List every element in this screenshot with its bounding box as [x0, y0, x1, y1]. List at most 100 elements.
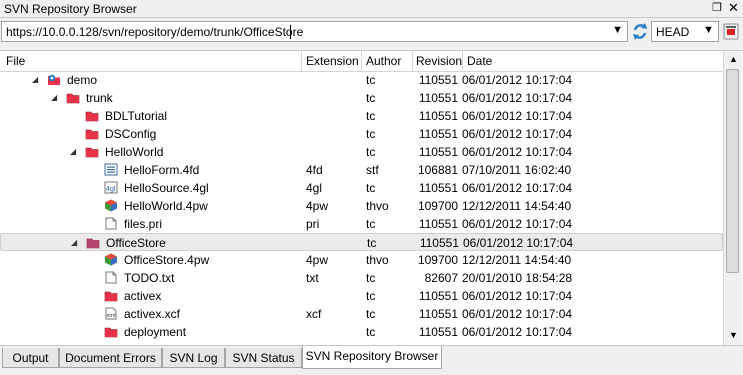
header-separator: [462, 51, 463, 71]
tree-row[interactable]: activex tc 110551 06/01/2012 10:17:04: [0, 287, 723, 305]
tree-row[interactable]: xml activex.xcf xcf tc 110551 06/01/2012 10:1…: [0, 305, 723, 323]
expand-arrow-icon[interactable]: ◢: [32, 75, 38, 84]
expand-arrow-icon[interactable]: ◢: [51, 93, 57, 102]
tree-row[interactable]: HelloForm.4fd 4fd stf 106881 07/10/2011 16:0…: [0, 161, 723, 179]
scrollbar-thumb[interactable]: [726, 69, 739, 273]
tree-row[interactable]: ◢ demo tc 110551 06/01/2012 10:17:04: [0, 71, 723, 89]
row-name: OfficeStore: [106, 236, 166, 250]
row-author: thvo: [366, 253, 389, 267]
scroll-down-icon[interactable]: ▼: [729, 330, 738, 340]
folder-icon: [66, 91, 80, 104]
tree-row[interactable]: OfficeStore.4pw 4pw thvo 109700 12/12/2011 1…: [0, 251, 723, 269]
tree-row[interactable]: HelloWorld.4pw 4pw thvo 109700 12/12/2011 14…: [0, 197, 723, 215]
row-date: 06/01/2012 10:17:04: [463, 236, 574, 250]
tree-row[interactable]: ◢ trunk tc 110551 06/01/2012 10:17:04: [0, 89, 723, 107]
row-author: tc: [366, 181, 376, 195]
title-bar: SVN Repository Browser ❐ ✕: [0, 0, 743, 18]
tab-svn-log[interactable]: SVN Log: [162, 348, 225, 368]
row-revision: 82607: [424, 271, 458, 285]
row-revision: 109700: [417, 253, 458, 267]
header-author[interactable]: Author: [366, 54, 401, 68]
row-revision: 106881: [417, 163, 458, 177]
row-author: thvo: [366, 199, 389, 213]
row-name: DSConfig: [105, 127, 157, 141]
row-name: activex: [124, 289, 162, 303]
row-revision: 110551: [418, 325, 458, 339]
header-file[interactable]: File: [6, 54, 25, 68]
row-date: 06/01/2012 10:17:04: [462, 307, 573, 321]
row-author: tc: [366, 289, 376, 303]
row-name: HelloForm.4fd: [124, 163, 200, 177]
header-revision[interactable]: Revision: [416, 54, 462, 68]
tab-svn-status[interactable]: SVN Status: [225, 348, 302, 368]
tab-output[interactable]: Output: [2, 348, 59, 368]
row-name: trunk: [86, 91, 113, 105]
folder-icon: [85, 145, 99, 158]
tree-row[interactable]: deployment tc 110551 06/01/2012 10:17:04: [0, 323, 723, 341]
folder-icon: [104, 289, 118, 302]
tab-label: Output: [12, 351, 49, 365]
row-revision: 110551: [418, 109, 458, 123]
row-date: 12/12/2011 14:54:40: [462, 199, 572, 213]
header-extension[interactable]: Extension: [306, 54, 359, 68]
row-date: 12/12/2011 14:54:40: [462, 253, 572, 267]
row-author: tc: [366, 91, 376, 105]
row-extension: pri: [306, 217, 320, 231]
tree-row[interactable]: ◢ OfficeStore tc 110551 06/01/2012 10:17:04: [0, 233, 723, 251]
url-combobox[interactable]: https://10.0.0.128/svn/repository/demo/t…: [1, 21, 628, 42]
folder-icon: [85, 109, 99, 122]
row-author: tc: [366, 307, 376, 321]
row-name: files.pri: [124, 217, 163, 231]
window-title: SVN Repository Browser: [4, 2, 137, 16]
row-revision: 109700: [417, 199, 458, 213]
xml-file-icon: xml: [104, 307, 118, 320]
row-date: 07/10/2011 16:02:40: [462, 163, 572, 177]
file-icon: [104, 271, 118, 284]
row-author: tc: [366, 109, 376, 123]
row-revision: 110551: [418, 217, 458, 231]
tree-row[interactable]: ◢ HelloWorld tc 110551 06/01/2012 10:17:04: [0, 143, 723, 161]
row-date: 06/01/2012 10:17:04: [462, 91, 573, 105]
tab-label: Document Errors: [65, 351, 156, 365]
expand-arrow-icon[interactable]: ◢: [70, 147, 76, 156]
svg-text:4gl: 4gl: [106, 186, 116, 193]
row-name: TODO.txt: [124, 271, 175, 285]
vertical-scrollbar[interactable]: ▲ ▼: [723, 51, 742, 345]
tab-document-errors[interactable]: Document Errors: [59, 348, 162, 368]
header-date[interactable]: Date: [467, 54, 492, 68]
repository-icon: [47, 73, 61, 86]
tree-row[interactable]: DSConfig tc 110551 06/01/2012 10:17:04: [0, 125, 723, 143]
source-file-icon: 4gl: [104, 181, 118, 194]
project-file-icon: [104, 253, 118, 266]
row-name: OfficeStore.4pw: [124, 253, 210, 267]
header-separator: [361, 51, 362, 71]
tree-row[interactable]: files.pri pri tc 110551 06/01/2012 10:17:04: [0, 215, 723, 233]
row-author: tc: [366, 325, 376, 339]
file-icon: [104, 217, 118, 230]
tree-row[interactable]: BDLTutorial tc 110551 06/01/2012 10:17:04: [0, 107, 723, 125]
tab-label: SVN Repository Browser: [305, 349, 439, 363]
chevron-down-icon[interactable]: ▼: [703, 24, 714, 36]
folder-icon: [85, 127, 99, 140]
repository-tree[interactable]: File Extension Author Revision Date ◢ dem…: [0, 50, 743, 346]
tree-row[interactable]: 4gl HelloSource.4gl 4gl tc 110551 06/01/2012 …: [0, 179, 723, 197]
row-date: 06/01/2012 10:17:04: [462, 73, 573, 87]
row-revision: 110551: [419, 236, 459, 250]
tab-svn-repository-browser[interactable]: SVN Repository Browser: [302, 346, 442, 369]
column-header: File Extension Author Revision Date: [0, 51, 723, 72]
expand-arrow-icon[interactable]: ◢: [71, 238, 77, 247]
row-author: tc: [366, 73, 376, 87]
header-separator: [301, 51, 302, 71]
row-name: activex.xcf: [124, 307, 181, 321]
url-input[interactable]: https://10.0.0.128/svn/repository/demo/t…: [6, 25, 303, 39]
tree-row[interactable]: TODO.txt txt tc 82607 20/01/2010 18:54:28: [0, 269, 723, 287]
close-icon[interactable]: ✕: [728, 0, 739, 16]
revision-select[interactable]: HEAD ▼: [651, 21, 719, 42]
refresh-icon[interactable]: [631, 22, 649, 41]
row-name: HelloWorld.4pw: [124, 199, 208, 213]
row-name: demo: [67, 73, 98, 87]
restore-icon[interactable]: ❐: [712, 1, 722, 14]
chevron-down-icon[interactable]: ▼: [612, 24, 623, 36]
scroll-up-icon[interactable]: ▲: [729, 54, 738, 64]
stop-icon[interactable]: [722, 22, 740, 41]
